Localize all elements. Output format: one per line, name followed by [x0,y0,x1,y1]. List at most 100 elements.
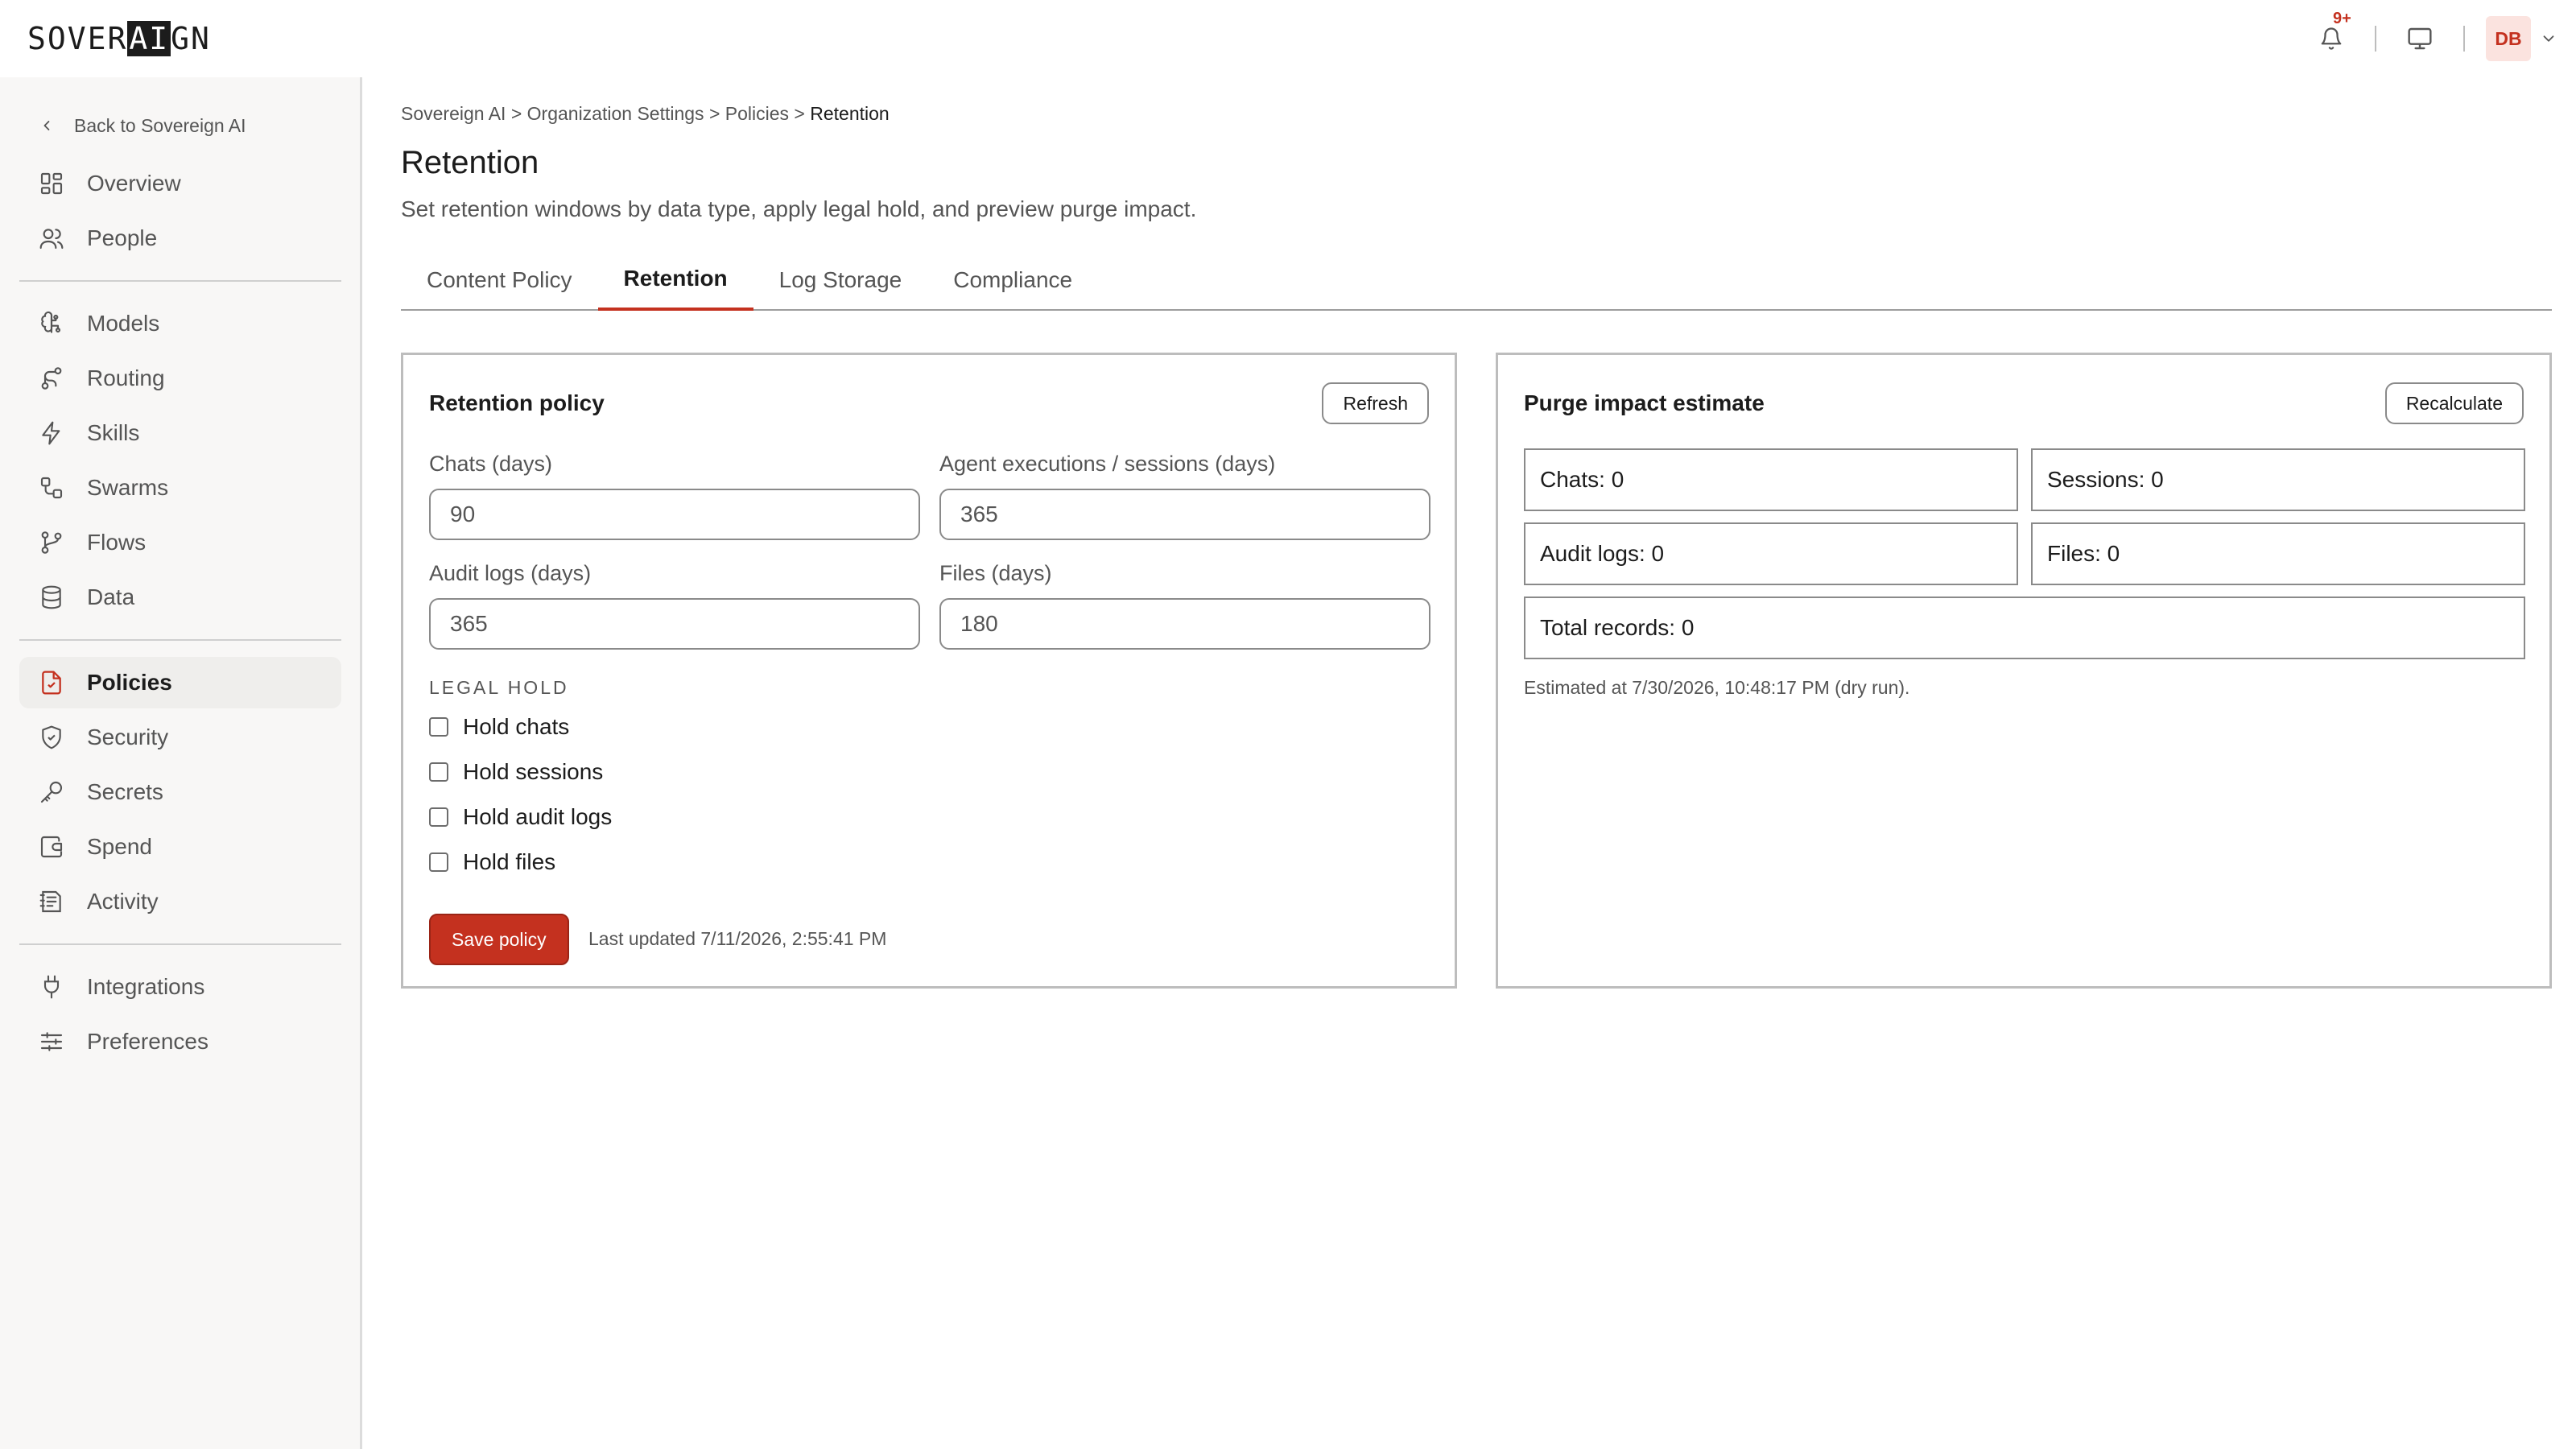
files-count-stat: Files: 0 [2031,522,2525,585]
sidebar-item-label: Activity [87,889,159,914]
bell-icon [2321,27,2342,50]
plug-icon [43,975,60,999]
chats-days-label: Chats (days) [429,452,553,476]
sessions-days-input[interactable] [939,489,1430,540]
user-menu-toggle[interactable] [2531,16,2566,61]
sidebar-item-skills[interactable]: Skills [19,407,341,459]
monitor-icon [2408,27,2432,50]
sidebar-item-routing[interactable]: Routing [19,353,341,404]
breadcrumb-link[interactable]: Organization Settings [527,103,704,124]
user-avatar[interactable]: DB [2486,16,2531,61]
sidebar: Back to Sovereign AI Overview People Mod… [0,77,362,1449]
tab-retention[interactable]: Retention [597,250,753,311]
checkbox-label: Hold sessions [463,759,604,784]
legal-hold-heading: LEGAL HOLD [429,677,569,698]
files-days-input[interactable] [939,598,1430,650]
notification-badge: 9+ [2333,10,2351,27]
last-updated-text: Last updated 7/11/2026, 2:55:41 PM [588,928,887,949]
sidebar-item-label: Skills [87,420,140,445]
database-icon [42,585,61,609]
page-subtitle: Set retention windows by data type, appl… [401,196,1197,221]
retention-policy-card: Retention policy Refresh Chats (days) Ag… [401,353,1457,989]
sliders-icon [40,1032,63,1051]
audit-logs-days-input[interactable] [429,598,920,650]
sidebar-divider [19,943,341,945]
hold-files-checkbox[interactable]: Hold files [429,846,555,878]
shield-icon [42,725,61,749]
divider [2375,26,2376,52]
sidebar-item-label: Secrets [87,779,163,804]
sidebar-item-flows[interactable]: Flows [19,517,341,568]
overview-grid-icon [40,172,63,195]
sidebar-item-preferences[interactable]: Preferences [19,1016,341,1067]
chats-days-input[interactable] [429,489,920,540]
sidebar-item-label: Routing [87,365,165,390]
sidebar-item-security[interactable]: Security [19,712,341,763]
checkbox-label: Hold files [463,849,556,874]
tab-content-policy[interactable]: Content Policy [401,250,598,311]
card-title: Retention policy [429,390,605,415]
audit-logs-count-stat: Audit logs: 0 [1524,522,2018,585]
tab-log-storage[interactable]: Log Storage [753,250,928,311]
sidebar-item-label: Spend [87,834,152,859]
sidebar-item-label: Preferences [87,1029,208,1054]
page-title: Retention [401,145,539,180]
breadcrumb-current: Retention [810,103,890,124]
sidebar-item-people[interactable]: People [19,213,341,264]
hold-chats-checkbox[interactable]: Hold chats [429,711,569,743]
sidebar-item-label: Overview [87,171,181,196]
sidebar-item-label: Models [87,311,160,336]
purge-impact-card: Purge impact estimate Recalculate Chats:… [1496,353,2552,989]
top-bar: SOVER AI GN 9+ DB [0,0,2576,77]
back-to-sovereign-link[interactable]: Back to Sovereign AI [39,109,246,142]
bolt-icon [42,421,60,445]
save-policy-button[interactable]: Save policy [429,914,569,965]
sidebar-item-label: Integrations [87,974,205,999]
sidebar-item-label: Security [87,724,169,749]
sidebar-item-label: Data [87,584,135,609]
key-icon [40,781,63,803]
sidebar-item-overview[interactable]: Overview [19,158,341,209]
tab-bar: Content Policy Retention Log Storage Com… [401,250,2552,311]
checkbox-label: Hold audit logs [463,804,613,829]
notifications-button[interactable]: 9+ [2309,10,2354,61]
sidebar-item-label: Flows [87,530,147,555]
sidebar-item-policies[interactable]: Policies [19,657,341,708]
sessions-count-stat: Sessions: 0 [2031,448,2525,511]
sidebar-item-data[interactable]: Data [19,572,341,623]
hold-audit-logs-checkbox[interactable]: Hold audit logs [429,801,612,833]
refresh-button[interactable]: Refresh [1322,382,1429,424]
recalculate-button[interactable]: Recalculate [2384,382,2524,424]
breadcrumb: Sovereign AI > Organization Settings > P… [401,103,890,124]
wallet-icon [40,836,63,858]
sidebar-nav: Overview People Models Routing Skills Sw… [19,158,341,1071]
breadcrumb-link[interactable]: Policies [725,103,789,124]
total-records-stat: Total records: 0 [1524,597,2525,659]
checkbox[interactable] [429,717,448,737]
card-title: Purge impact estimate [1524,390,1765,415]
sovereign-logo[interactable]: SOVER AI GN [27,21,211,56]
swarm-icon [40,477,63,499]
routing-icon [41,367,62,390]
sidebar-item-label: Swarms [87,475,169,500]
sidebar-item-spend[interactable]: Spend [19,821,341,873]
people-icon [39,229,64,250]
sidebar-item-models[interactable]: Models [19,298,341,349]
chevron-down-icon [2543,35,2554,42]
checkbox[interactable] [429,852,448,872]
checkbox[interactable] [429,762,448,782]
flow-branch-icon [41,531,62,554]
sessions-days-label: Agent executions / sessions (days) [939,452,1276,476]
checkbox[interactable] [429,807,448,827]
sidebar-item-swarms[interactable]: Swarms [19,462,341,514]
sidebar-item-secrets[interactable]: Secrets [19,766,341,818]
sidebar-divider [19,280,341,282]
display-button[interactable] [2397,16,2442,61]
audit-logs-days-label: Audit logs (days) [429,561,592,585]
hold-sessions-checkbox[interactable]: Hold sessions [429,756,603,788]
sidebar-item-label: People [87,225,158,250]
tab-compliance[interactable]: Compliance [927,250,1098,311]
breadcrumb-link[interactable]: Sovereign AI [401,103,506,124]
sidebar-item-activity[interactable]: Activity [19,876,341,927]
sidebar-item-integrations[interactable]: Integrations [19,961,341,1013]
